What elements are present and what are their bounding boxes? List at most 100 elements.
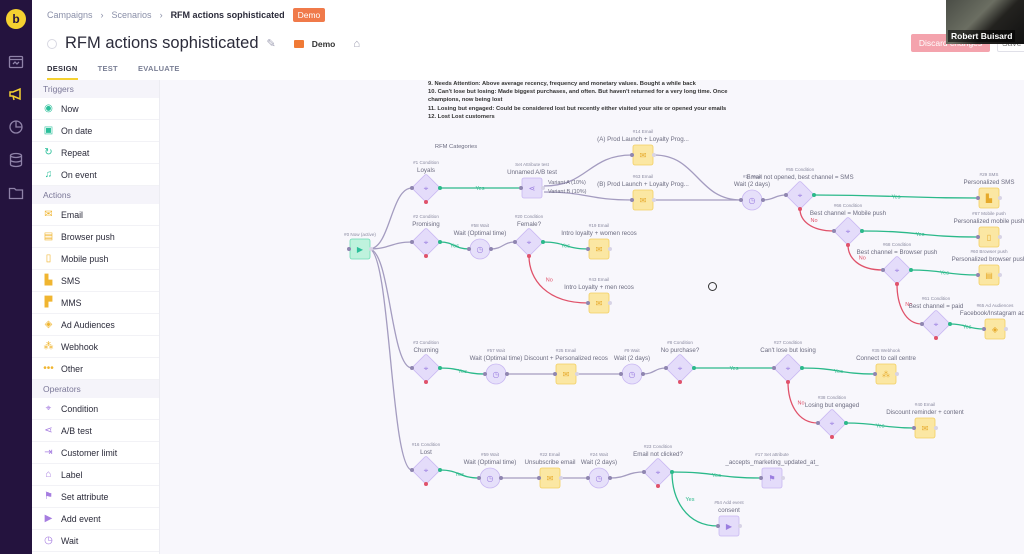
- clock-icon: ◷: [493, 370, 500, 379]
- flow-node-webhook[interactable]: ⁂ Connect to call centre #35 Webhook: [856, 348, 916, 385]
- flow-node-setattr[interactable]: ⚑ _accepts_marketing_updated_at_ #17 Set a…: [724, 452, 819, 489]
- group-label: RFM Categories: [435, 144, 477, 150]
- node-number: #9 Wait: [624, 348, 640, 353]
- flow-node-condition[interactable]: ⌖ Loyals #1 Condition: [410, 160, 442, 204]
- flow-node-email[interactable]: ✉ Unsubscribe email #22 Email: [525, 452, 576, 489]
- flow-node-condition[interactable]: ⌖ Email not clicked? #23 Condition: [633, 444, 683, 488]
- flow-node-condition[interactable]: ⌖ Promising #2 Condition: [410, 214, 442, 258]
- flow-node-wait[interactable]: ◷ Wait (2 days) #9 Wait: [614, 348, 650, 385]
- flow-canvas[interactable]: 9. Needs Attention: Above average recenc…: [160, 80, 1024, 554]
- palette-section-operators: Operators: [32, 380, 159, 398]
- node-title: Lost: [420, 449, 432, 456]
- flow-node-wait[interactable]: ◷ Wait (Optimal time) #59 Wait: [464, 452, 517, 489]
- flow-edge[interactable]: [528, 255, 589, 304]
- flow-node-condition[interactable]: ⌖ Churning #3 Condition: [410, 340, 442, 384]
- flow-edge[interactable]: [490, 241, 516, 250]
- edge-label: Yes: [686, 497, 695, 503]
- flow-edge[interactable]: [368, 248, 413, 471]
- palette-item-on-event[interactable]: ♫ On event: [32, 164, 159, 186]
- flow-node-email[interactable]: ✉ Intro loyalty + women recos #19 Email: [561, 223, 637, 260]
- edit-pencil-icon[interactable]: ✎: [267, 37, 276, 50]
- palette-item-label: Set attribute: [61, 491, 109, 502]
- edge-label: Yes: [892, 195, 901, 201]
- palette-item-label: Repeat: [61, 147, 90, 158]
- node-number: #1 Condition: [413, 160, 439, 165]
- folder-label[interactable]: Demo: [312, 39, 336, 49]
- palette-item-sms[interactable]: ▙ SMS: [32, 270, 159, 292]
- palette-item-customer-limit[interactable]: ⇥ Customer limit: [32, 442, 159, 464]
- flow-node-email[interactable]: ✉ (B) Prod Launch + Loyalty Prog... #63 Em…: [597, 174, 689, 211]
- palette-item-now[interactable]: ◉ Now: [32, 98, 159, 120]
- database-icon[interactable]: [7, 152, 25, 168]
- flow-node-wait[interactable]: ◷ Wait (Optimal time) #57 Wait: [470, 348, 523, 385]
- node-title: Best channel = Mobile push: [810, 210, 887, 217]
- tag-icon[interactable]: ⌂: [353, 38, 360, 50]
- flow-node-email[interactable]: ✉ Discount reminder + content #40 Email: [886, 402, 964, 439]
- node-number: #60 Browser push: [970, 249, 1007, 254]
- status-indicator: [47, 38, 57, 49]
- flow-node-ads[interactable]: ◈ Facebook/Instagram ad... #65 Ad Audience…: [960, 303, 1024, 340]
- node-number: #43 Email: [589, 277, 609, 282]
- breadcrumb-scenarios[interactable]: Scenarios: [112, 10, 152, 20]
- flow-node-condition[interactable]: ⌖ No purchase? #8 Condition: [661, 340, 700, 384]
- tab-design[interactable]: DESIGN: [47, 64, 78, 80]
- flow-node-condition[interactable]: ⌖ Best channel = Browser push #68 Conditio…: [857, 242, 938, 286]
- tab-evaluate[interactable]: EVALUATE: [138, 64, 180, 80]
- tab-test[interactable]: TEST: [98, 64, 118, 80]
- flow-edge[interactable]: [368, 187, 413, 250]
- palette-item-label: Other: [61, 363, 84, 374]
- flow-node-browser[interactable]: ▤ Personalized browser push #60 Browser pu…: [952, 249, 1024, 286]
- palette-item-condition[interactable]: ⌖ Condition: [32, 398, 159, 420]
- clock-icon: ◷: [487, 474, 494, 483]
- palette-item-repeat[interactable]: ↻ Repeat: [32, 142, 159, 164]
- palette-item-email[interactable]: ✉ Email: [32, 204, 159, 226]
- flow-edge[interactable]: [642, 367, 667, 375]
- palette-item-wait[interactable]: ◷ Wait: [32, 530, 159, 552]
- dashboard-icon[interactable]: [7, 54, 25, 70]
- flow-edge[interactable]: [609, 471, 645, 479]
- palette-item-mms[interactable]: ▛ MMS: [32, 292, 159, 314]
- flow-node-condition[interactable]: ⌖ Losing but engaged #38 Condition: [805, 395, 860, 439]
- breadcrumb-campaigns[interactable]: Campaigns: [47, 10, 93, 20]
- demo-badge: Demo: [292, 8, 326, 22]
- flow-node-wait[interactable]: ◷ Wait (2 days) #24 Wait: [581, 452, 617, 489]
- palette-item-mobile-push[interactable]: ▯ Mobile push: [32, 248, 159, 270]
- flow-node-condition[interactable]: ⌖ Best channel = paid #61 Condition: [909, 296, 964, 340]
- node-number: #20 Condition: [515, 214, 544, 219]
- node-number: #3 Condition: [413, 340, 439, 345]
- flow-node-sms[interactable]: ▙ Personalized SMS #29 SMS: [964, 172, 1015, 209]
- palette-item-add-event[interactable]: ▶ Add event: [32, 508, 159, 530]
- megaphone-icon[interactable]: [7, 86, 25, 102]
- flow-edge[interactable]: [653, 154, 742, 201]
- flow-edge[interactable]: [368, 241, 413, 250]
- palette-item-set-attribute[interactable]: ⚑ Set attribute: [32, 486, 159, 508]
- palette-item-other[interactable]: ••• Other: [32, 358, 159, 380]
- flow-node-condition[interactable]: ⌖ Can't lose but losing #27 Condition: [760, 340, 816, 384]
- flow-edge[interactable]: [368, 248, 413, 369]
- node-number: #22 Email: [540, 452, 560, 457]
- palette-item-browser-push[interactable]: ▤ Browser push: [32, 226, 159, 248]
- palette-item-a-b-test[interactable]: ⋖ A/B test: [32, 420, 159, 442]
- flow-node-email[interactable]: ✉ Discount + Personalized recos #25 Email: [524, 348, 608, 385]
- folder-icon[interactable]: [7, 185, 25, 201]
- flow-node-wait[interactable]: ◷ Wait (Optimal time) #58 Wait: [454, 223, 507, 260]
- flow-node-condition[interactable]: ⌖ Best channel = Mobile push #66 Condition: [810, 203, 887, 247]
- palette-item-on-date[interactable]: ▣ On date: [32, 120, 159, 142]
- flow-node-email[interactable]: ✉ Intro Loyalty + men recos #43 Email: [564, 277, 634, 314]
- flow-edge[interactable]: [762, 194, 787, 201]
- flow-node-mobile[interactable]: ▯ Personalized mobile push #67 Mobile push: [954, 211, 1024, 248]
- node-number: #23 Condition: [644, 444, 673, 449]
- flow-node-condition[interactable]: ⌖ Lost #16 Condition: [410, 442, 442, 486]
- node-title: Loyals: [417, 167, 435, 174]
- flow-node-trigger[interactable]: ▶ #0 Now (active): [344, 232, 376, 260]
- play-icon: ▶: [357, 245, 364, 254]
- node-number: #24 Wait: [590, 452, 609, 457]
- flow-node-condition[interactable]: ⌖ Female? #20 Condition: [513, 214, 545, 258]
- analytics-icon[interactable]: [7, 119, 25, 135]
- palette-item-ad-audiences[interactable]: ◈ Ad Audiences: [32, 314, 159, 336]
- palette-item-label[interactable]: ⌂ Label: [32, 464, 159, 486]
- app-logo[interactable]: b: [6, 9, 26, 29]
- palette-item-webhook[interactable]: ⁂ Webhook: [32, 336, 159, 358]
- flow-node-addevent[interactable]: ▶ consent #54 Add event: [714, 500, 744, 537]
- flow-edge[interactable]: [671, 471, 719, 527]
